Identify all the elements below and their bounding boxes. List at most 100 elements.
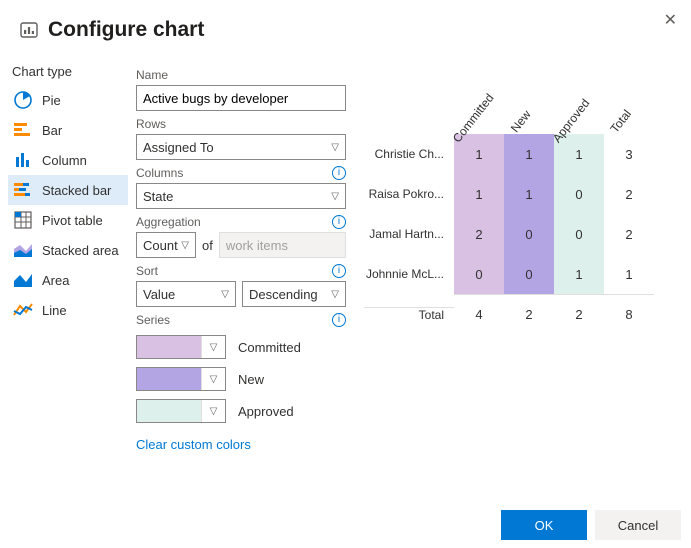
color-swatch [137, 336, 201, 358]
series-name: Approved [238, 404, 294, 419]
preview-row: Raisa Pokro... 1 1 0 2 [364, 174, 673, 214]
chart-type-label: Chart type [8, 62, 128, 85]
preview-total-cell: 2 [504, 294, 554, 334]
info-icon[interactable]: i [332, 166, 346, 180]
series-color-dropdown[interactable]: ▽ [136, 335, 226, 359]
row-name: Raisa Pokro... [364, 187, 454, 201]
preview-cell: 2 [604, 214, 654, 254]
bar-icon [12, 119, 34, 141]
series-name: New [238, 372, 264, 387]
pie-icon [12, 89, 34, 111]
preview-total-cell: 2 [554, 294, 604, 334]
chevron-down-icon: ▽ [331, 289, 339, 300]
chart-type-list: Chart type Pie Bar Column Stacked bar [8, 56, 128, 452]
chart-type-label-text: Pivot table [42, 213, 103, 228]
chart-preview: Committed New Approved Total Christie Ch… [354, 56, 683, 452]
cancel-button[interactable]: Cancel [595, 510, 681, 540]
series-label: Series [136, 313, 170, 327]
chart-type-stacked-bar[interactable]: Stacked bar [8, 175, 128, 205]
rows-dropdown[interactable]: Assigned To ▽ [136, 134, 346, 160]
sort-direction-dropdown[interactable]: Descending ▽ [242, 281, 346, 307]
aggregation-value: Count [143, 238, 178, 253]
aggregation-label: Aggregation [136, 215, 201, 229]
preview-cell: 1 [504, 174, 554, 214]
chart-type-pivot-table[interactable]: Pivot table [8, 205, 128, 235]
chart-icon [20, 21, 38, 39]
chevron-down-icon: ▽ [201, 400, 225, 422]
chart-type-label-text: Area [42, 273, 69, 288]
color-swatch [137, 400, 201, 422]
series-color-dropdown[interactable]: ▽ [136, 399, 226, 423]
row-name: Jamal Hartn... [364, 227, 454, 241]
sort-field-dropdown[interactable]: Value ▽ [136, 281, 236, 307]
series-row: ▽ New [136, 367, 346, 391]
sort-field-value: Value [143, 287, 175, 302]
chevron-down-icon: ▽ [181, 240, 189, 251]
name-input[interactable] [136, 85, 346, 111]
dialog-title: Configure chart [48, 18, 204, 42]
chart-type-pie[interactable]: Pie [8, 85, 128, 115]
total-label: Total [364, 307, 454, 322]
chart-type-line[interactable]: Line [8, 295, 128, 325]
preview-column-headers: Committed New Approved Total [454, 64, 673, 134]
preview-row: Johnnie McL... 0 0 1 1 [364, 254, 673, 294]
chevron-down-icon: ▽ [221, 289, 229, 300]
chevron-down-icon: ▽ [331, 142, 339, 153]
row-name: Christie Ch... [364, 147, 454, 161]
close-icon[interactable]: ✕ [660, 6, 681, 34]
columns-label: Columns [136, 166, 183, 180]
preview-cell: 0 [454, 254, 504, 294]
dialog-footer: OK Cancel [501, 510, 681, 540]
chart-type-label-text: Stacked area [42, 243, 119, 258]
columns-dropdown[interactable]: State ▽ [136, 183, 346, 209]
preview-cell: 0 [554, 214, 604, 254]
preview-row: Christie Ch... 1 1 1 3 [364, 134, 673, 174]
dialog-header: Configure chart [0, 0, 691, 52]
info-icon[interactable]: i [332, 264, 346, 278]
preview-total-cell: 4 [454, 294, 504, 334]
color-swatch [137, 368, 201, 390]
chart-type-label-text: Pie [42, 93, 61, 108]
chevron-down-icon: ▽ [331, 191, 339, 202]
series-row: ▽ Approved [136, 399, 346, 423]
column-icon [12, 149, 34, 171]
info-icon[interactable]: i [332, 215, 346, 229]
series-row: ▽ Committed [136, 335, 346, 359]
sort-label: Sort [136, 264, 158, 278]
ok-button[interactable]: OK [501, 510, 587, 540]
chart-type-label-text: Column [42, 153, 87, 168]
preview-cell: 2 [604, 174, 654, 214]
chart-type-stacked-area[interactable]: Stacked area [8, 235, 128, 265]
chart-type-bar[interactable]: Bar [8, 115, 128, 145]
chart-type-label-text: Bar [42, 123, 62, 138]
columns-value: State [143, 189, 173, 204]
chart-type-label-text: Stacked bar [42, 183, 111, 198]
name-label: Name [136, 68, 346, 82]
rows-value: Assigned To [143, 140, 214, 155]
chart-type-area[interactable]: Area [8, 265, 128, 295]
info-icon[interactable]: i [332, 313, 346, 327]
sort-direction-value: Descending [249, 287, 318, 302]
aggregation-of-field: work items [219, 232, 346, 258]
pivot-table-icon [12, 209, 34, 231]
series-name: Committed [238, 340, 301, 355]
chevron-down-icon: ▽ [201, 368, 225, 390]
preview-cell: 2 [454, 214, 504, 254]
config-form: Name Rows Assigned To ▽ Columns i State … [136, 56, 346, 452]
preview-cell: 1 [604, 254, 654, 294]
chart-type-label-text: Line [42, 303, 67, 318]
line-icon [12, 299, 34, 321]
rows-label: Rows [136, 117, 346, 131]
chart-type-column[interactable]: Column [8, 145, 128, 175]
preview-cell: 1 [454, 174, 504, 214]
clear-custom-colors-link[interactable]: Clear custom colors [136, 437, 251, 452]
preview-cell: 1 [554, 254, 604, 294]
aggregation-dropdown[interactable]: Count ▽ [136, 232, 196, 258]
row-name: Johnnie McL... [364, 267, 454, 281]
stacked-bar-icon [12, 179, 34, 201]
preview-total-row: Total 4 2 2 8 [364, 294, 673, 334]
chevron-down-icon: ▽ [201, 336, 225, 358]
stacked-area-icon [12, 239, 34, 261]
series-color-dropdown[interactable]: ▽ [136, 367, 226, 391]
preview-row: Jamal Hartn... 2 0 0 2 [364, 214, 673, 254]
